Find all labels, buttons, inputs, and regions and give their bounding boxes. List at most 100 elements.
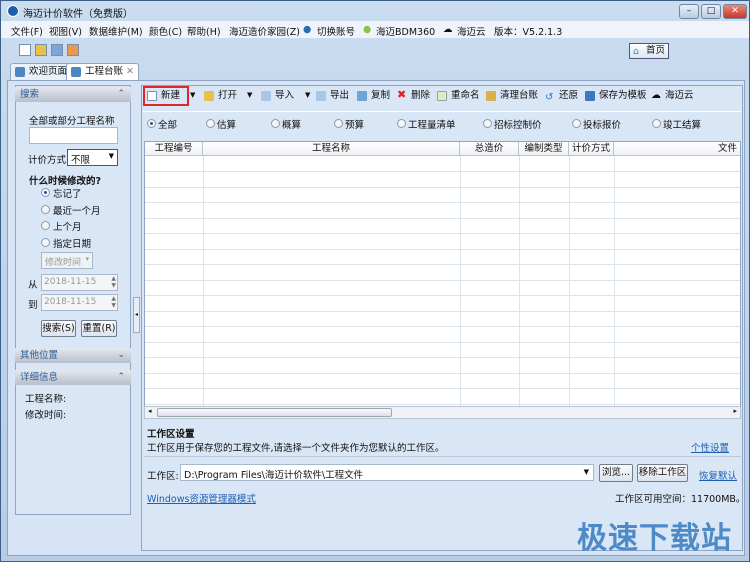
minimize-button[interactable]: – — [679, 4, 699, 19]
menu-file[interactable]: 文件(F) — [11, 24, 43, 38]
filter-radio[interactable] — [334, 119, 343, 128]
export-icon[interactable] — [67, 44, 79, 56]
import-button[interactable]: 导入 — [261, 89, 294, 103]
home-icon — [15, 67, 25, 77]
menu-bdm360[interactable]: 海迈BDM360 — [376, 24, 435, 38]
menu-help[interactable]: 帮助(H) — [187, 24, 221, 38]
import-dropdown-icon[interactable]: ▼ — [305, 91, 310, 99]
filter-radio[interactable] — [483, 119, 492, 128]
open-folder-icon[interactable] — [35, 44, 47, 56]
divider — [144, 456, 741, 457]
expand-icon[interactable]: ⌄ — [117, 348, 125, 363]
button-label: 重命名 — [451, 90, 480, 101]
detail-time-label: 修改时间: — [25, 410, 67, 421]
filter-radio[interactable] — [271, 119, 280, 128]
collapse-icon[interactable]: ⌃ — [117, 87, 125, 102]
details-header[interactable]: 详细信息 ⌃ — [15, 370, 131, 385]
new-file-icon[interactable] — [19, 44, 31, 56]
radio-forgot[interactable] — [41, 188, 50, 197]
open-button[interactable]: 打开 — [204, 89, 237, 103]
time-field-select[interactable]: 修改时间 ▾ — [41, 252, 93, 269]
filter-radio[interactable] — [147, 119, 156, 128]
menu-switch-account[interactable]: 切换账号 — [317, 24, 355, 38]
when-label: 什么时候修改的? — [29, 176, 102, 187]
grid-row-line — [145, 171, 740, 172]
button-label: 导入 — [275, 90, 295, 101]
collapse-icon[interactable]: ⌃ — [117, 370, 125, 385]
filter-radio[interactable] — [652, 119, 661, 128]
search-button[interactable]: 搜索(S) — [41, 320, 76, 337]
filter-radio[interactable] — [206, 119, 215, 128]
filter-label: 招标控制价 — [494, 120, 542, 131]
pricing-select[interactable]: 不限 ▼ — [67, 149, 118, 166]
grid-row-line — [145, 357, 740, 358]
radio-last-month[interactable] — [41, 221, 50, 230]
radio-last-30-days[interactable] — [41, 205, 50, 214]
project-name-input[interactable] — [29, 127, 118, 144]
export-button[interactable]: 导出 — [316, 89, 349, 103]
save-as-template-button[interactable]: 保存为模板 — [585, 89, 647, 103]
scroll-right-icon[interactable]: ▸ — [733, 407, 737, 415]
menu-bar: 文件(F) 视图(V) 数据维护(M) 颜色(C) 帮助(H) 海迈造价家园(Z… — [1, 21, 749, 38]
grid-row-line — [145, 403, 740, 405]
delete-button[interactable]: ✖ 删除 — [397, 89, 430, 103]
copy-button[interactable]: 复制 — [357, 89, 390, 103]
export-icon — [316, 91, 326, 101]
scroll-left-icon[interactable]: ◂ — [148, 407, 152, 415]
column-header-name[interactable]: 工程名称 — [203, 142, 460, 156]
filter-radio[interactable] — [397, 119, 406, 128]
remove-workspace-button[interactable]: 移除工作区 — [637, 464, 688, 482]
from-date-input[interactable]: 2018-11-15 ▲ ▼ — [41, 274, 118, 291]
menu-color[interactable]: 颜色(C) — [149, 24, 182, 38]
filter-label: 工程量清单 — [408, 120, 456, 131]
column-header-file[interactable]: 文件 — [614, 142, 740, 156]
cloud-button[interactable]: ☁ 海迈云 — [651, 89, 694, 103]
grid-row-line — [145, 233, 740, 234]
workspace-path-select[interactable]: D:\Program Files\海迈计价软件\工程文件 ▼ — [180, 464, 594, 481]
spinner-icon[interactable]: ▲ ▼ — [111, 295, 116, 309]
menu-data[interactable]: 数据维护(M) — [89, 24, 143, 38]
filter-radio[interactable] — [572, 119, 581, 128]
reset-button[interactable]: 重置(R) — [81, 320, 117, 337]
horizontal-scrollbar[interactable]: ◂ ▸ — [144, 406, 741, 419]
explorer-mode-link[interactable]: Windows资源管理器模式 — [147, 491, 256, 505]
restore-default-link[interactable]: 恢复默认 — [699, 468, 737, 482]
copy-icon — [357, 91, 367, 101]
panel-splitter-toggle[interactable]: ◂ — [133, 297, 140, 333]
new-dropdown-icon[interactable]: ▼ — [190, 91, 195, 99]
restore-button[interactable]: ↺ 还原 — [545, 89, 578, 103]
personal-settings-link[interactable]: 个性设置 — [691, 440, 729, 454]
spinner-icon[interactable]: ▲ ▼ — [111, 275, 116, 289]
menu-home[interactable]: 海迈造价家园(Z) — [229, 24, 300, 38]
project-table: 工程编号 工程名称 总造价 编制类型 计价方式 文件 — [144, 141, 741, 419]
rename-button[interactable]: 重命名 — [437, 89, 480, 103]
clean-ledger-button[interactable]: 清理台账 — [486, 89, 538, 103]
tab-close-icon[interactable]: ✕ — [126, 66, 134, 77]
column-header-total[interactable]: 总造价 — [460, 142, 519, 156]
column-header-pricing[interactable]: 计价方式 — [569, 142, 614, 156]
grid-row-line — [145, 388, 740, 389]
close-button[interactable]: ✕ — [723, 4, 747, 19]
radio-specific-date[interactable] — [41, 238, 50, 247]
column-header-type[interactable]: 编制类型 — [519, 142, 569, 156]
tab-welcome[interactable]: 欢迎页面 — [10, 63, 73, 80]
search-panel-header[interactable]: 搜索 ⌃ — [15, 87, 131, 102]
new-button[interactable]: 新建 — [147, 89, 180, 103]
grid-row-line — [145, 310, 740, 312]
scrollbar-thumb[interactable] — [157, 408, 392, 417]
menu-view[interactable]: 视图(V) — [49, 24, 82, 38]
other-locations-header[interactable]: 其他位置 ⌄ — [15, 348, 131, 363]
column-header-code[interactable]: 工程编号 — [145, 142, 203, 156]
grid-row-line — [145, 248, 740, 250]
home-button[interactable]: ⌂ 首页 — [629, 43, 669, 59]
to-date-input[interactable]: 2018-11-15 ▲ ▼ — [41, 294, 118, 311]
open-dropdown-icon[interactable]: ▼ — [247, 91, 252, 99]
menu-cloud[interactable]: 海迈云 — [457, 24, 486, 38]
save-icon — [585, 91, 595, 101]
button-label: 复制 — [371, 90, 391, 101]
tab-label: 欢迎页面 — [29, 66, 68, 77]
save-icon[interactable] — [51, 44, 63, 56]
browse-button[interactable]: 浏览... — [599, 464, 633, 482]
maximize-button[interactable]: □ — [701, 4, 721, 19]
tab-project-ledger[interactable]: 工程台账 ✕ — [66, 63, 140, 80]
